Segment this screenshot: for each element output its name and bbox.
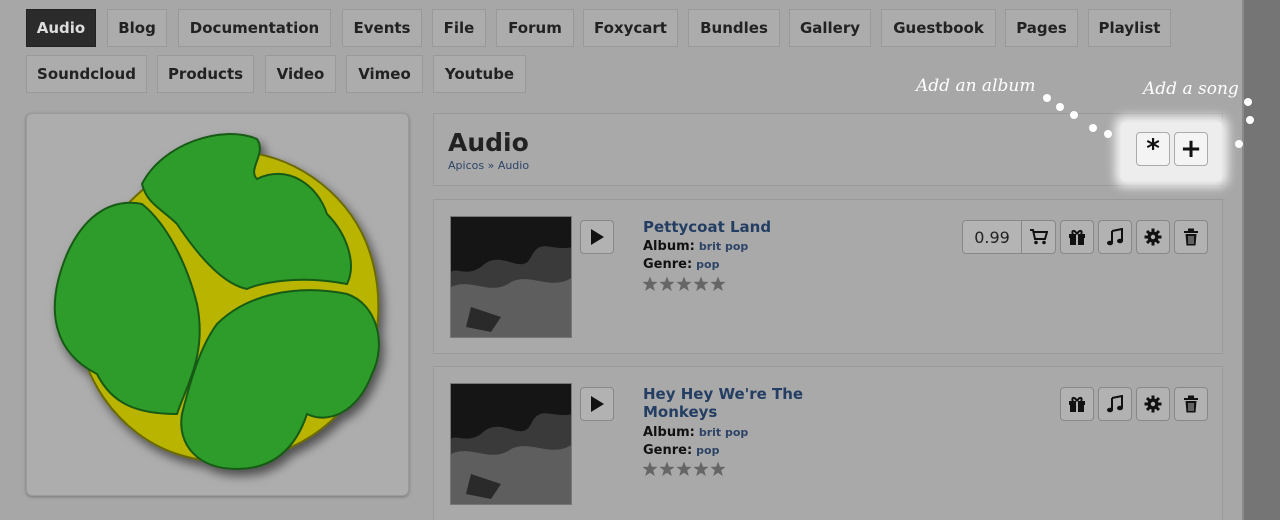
play-icon: [591, 229, 604, 245]
genre-value: pop: [696, 444, 720, 457]
highlighted-actions: * +: [1121, 122, 1222, 181]
music-icon: [1107, 228, 1123, 246]
hint-add-song: Add a song: [1143, 79, 1239, 99]
album-art-thumbnail: [450, 383, 572, 505]
trash-icon: [1184, 395, 1198, 413]
album-label: Album:: [643, 239, 695, 254]
star-icon[interactable]: [676, 276, 692, 292]
tab-products[interactable]: Products: [157, 55, 254, 93]
music-icon: [1107, 395, 1123, 413]
star-icon[interactable]: [642, 461, 658, 477]
page-title: Audio: [448, 128, 529, 157]
tab-guestbook[interactable]: Guestbook: [881, 9, 996, 47]
star-icon[interactable]: [659, 461, 675, 477]
tab-documentation[interactable]: Documentation: [178, 9, 331, 47]
gift-button[interactable]: [1060, 387, 1094, 421]
add-song-button[interactable]: +: [1174, 132, 1208, 166]
breadcrumb-root-link[interactable]: Apicos: [448, 159, 484, 172]
genre-label: Genre:: [643, 443, 693, 458]
song-row: Hey Hey We're The Monkeys Album: brit pop…: [433, 366, 1223, 520]
hint-add-album: Add an album: [916, 76, 1036, 96]
tab-foxycart[interactable]: Foxycart: [583, 9, 678, 47]
page-header: Audio Apicos » Audio: [433, 113, 1223, 186]
music-button[interactable]: [1098, 220, 1132, 254]
album-meta: Album: brit pop: [643, 425, 748, 440]
star-icon[interactable]: [659, 276, 675, 292]
price-cart-control: 0.99: [962, 220, 1056, 254]
genre-label: Genre:: [643, 257, 693, 272]
play-button[interactable]: [580, 220, 614, 254]
breadcrumb: Apicos » Audio: [448, 159, 529, 172]
hint-trail-dot: [1089, 124, 1097, 132]
asterisk-icon: *: [1146, 134, 1160, 164]
gift-button[interactable]: [1060, 220, 1094, 254]
star-icon[interactable]: [693, 461, 709, 477]
tab-soundcloud[interactable]: Soundcloud: [26, 55, 147, 93]
page-overlay: Audio Blog Documentation Events File For…: [0, 0, 1244, 520]
tab-playlist[interactable]: Playlist: [1088, 9, 1171, 47]
gear-icon: [1144, 228, 1162, 246]
star-icon[interactable]: [693, 276, 709, 292]
tab-gallery[interactable]: Gallery: [789, 9, 871, 47]
breadcrumb-current-link[interactable]: Audio: [498, 159, 529, 172]
add-album-button[interactable]: *: [1136, 132, 1170, 166]
album-art-thumbnail: [450, 216, 572, 338]
album-link[interactable]: brit pop: [699, 240, 748, 253]
album-logo: [53, 133, 380, 471]
star-icon[interactable]: [710, 461, 726, 477]
delete-button[interactable]: [1174, 220, 1208, 254]
hint-trail-dot: [1244, 98, 1252, 106]
cart-icon: [1029, 229, 1048, 245]
add-to-cart-button[interactable]: [1021, 221, 1055, 253]
play-icon: [591, 396, 604, 412]
album-link[interactable]: brit pop: [699, 426, 748, 439]
album-meta: Album: brit pop: [643, 239, 748, 254]
tab-vimeo[interactable]: Vimeo: [346, 55, 423, 93]
delete-button[interactable]: [1174, 387, 1208, 421]
album-logo-panel: [26, 113, 409, 496]
price-value: 0.99: [974, 227, 1010, 247]
genre-meta: Genre: pop: [643, 257, 719, 272]
tab-bundles[interactable]: Bundles: [688, 9, 780, 47]
trash-icon: [1184, 228, 1198, 246]
genre-value: pop: [696, 258, 720, 271]
hint-trail-dot: [1043, 94, 1051, 102]
hint-trail-dot: [1056, 103, 1064, 111]
tab-file[interactable]: File: [432, 9, 486, 47]
play-button[interactable]: [580, 387, 614, 421]
settings-button[interactable]: [1136, 387, 1170, 421]
album-label: Album:: [643, 425, 695, 440]
hint-trail-dot: [1070, 111, 1078, 119]
settings-button[interactable]: [1136, 220, 1170, 254]
star-rating[interactable]: [642, 461, 726, 477]
page-gutter: [1244, 0, 1280, 520]
gear-icon: [1144, 395, 1162, 413]
breadcrumb-separator: »: [487, 159, 495, 172]
plus-icon: +: [1180, 134, 1202, 164]
genre-meta: Genre: pop: [643, 443, 719, 458]
tab-youtube[interactable]: Youtube: [433, 55, 526, 93]
gift-icon: [1069, 397, 1085, 412]
hint-trail-dot: [1104, 130, 1112, 138]
tab-pages[interactable]: Pages: [1005, 9, 1078, 47]
star-icon[interactable]: [676, 461, 692, 477]
tab-events[interactable]: Events: [342, 9, 422, 47]
song-title-link[interactable]: Hey Hey We're The Monkeys: [643, 385, 853, 421]
gift-icon: [1069, 230, 1085, 245]
tab-forum[interactable]: Forum: [496, 9, 574, 47]
tab-video[interactable]: Video: [265, 55, 336, 93]
star-icon[interactable]: [710, 276, 726, 292]
hint-trail-dot: [1246, 116, 1254, 124]
song-title-link[interactable]: Pettycoat Land: [643, 218, 853, 236]
song-row: Pettycoat Land Album: brit pop Genre: pop …: [433, 199, 1223, 354]
star-icon[interactable]: [642, 276, 658, 292]
tab-audio[interactable]: Audio: [26, 9, 96, 47]
music-button[interactable]: [1098, 387, 1132, 421]
hint-trail-dot: [1235, 140, 1243, 148]
star-rating[interactable]: [642, 276, 726, 292]
tab-blog[interactable]: Blog: [107, 9, 167, 47]
